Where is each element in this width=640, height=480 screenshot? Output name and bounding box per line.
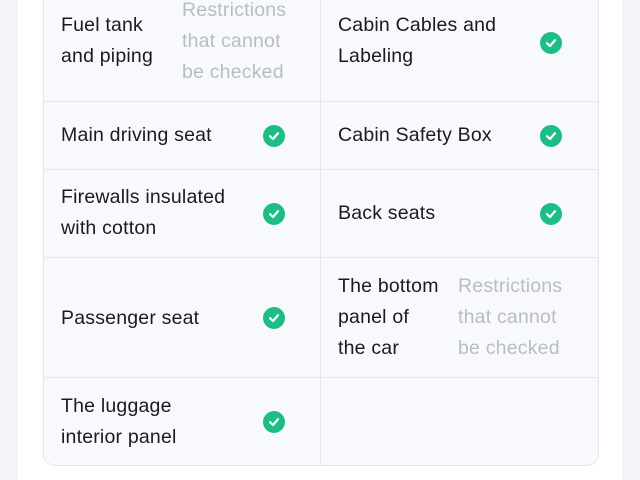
restriction-note-line: that cannot [458, 306, 557, 328]
item-label-line: Cabin Cables and [338, 14, 497, 36]
item-label-line: Fuel tank [61, 14, 144, 36]
item-label-line: The luggage [61, 395, 172, 417]
table-row: Firewalls insulated with cotton Back sea… [44, 170, 598, 258]
item-label: The luggage interior panel [61, 391, 177, 453]
inspection-item: Cabin Safety Box [321, 102, 598, 169]
item-label-line: Main driving seat [61, 124, 212, 146]
restriction-note-line: Restrictions [182, 0, 287, 21]
check-icon [263, 125, 285, 147]
item-label-line: the car [338, 337, 400, 359]
inspection-item: Cabin Cables and Labeling [321, 0, 598, 101]
inspection-card: Fuel tank and piping Restrictions that c… [43, 0, 599, 466]
inspection-item: The bottom panel of the car Restrictions… [321, 258, 598, 377]
restriction-note-line: be checked [458, 337, 560, 359]
item-label-line: and piping [61, 45, 153, 67]
table-row: Main driving seat Cabin Safety Box [44, 102, 598, 170]
item-label: Cabin Safety Box [338, 120, 492, 151]
inspection-item: Main driving seat [44, 102, 321, 169]
check-icon [540, 203, 562, 225]
inspection-item: Passenger seat [44, 258, 321, 377]
restriction-note: Restrictions that cannot be checked [458, 271, 562, 364]
empty-cell [321, 378, 598, 465]
check-icon [540, 32, 562, 54]
item-label-line: Cabin Safety Box [338, 124, 492, 146]
inspection-item: Fuel tank and piping Restrictions that c… [44, 0, 321, 101]
inspection-item: Firewalls insulated with cotton [44, 170, 321, 257]
item-label-line: Back seats [338, 202, 436, 224]
item-label-line: panel of [338, 306, 409, 328]
restriction-note-line: that cannot [182, 30, 281, 52]
item-label: Firewalls insulated with cotton [61, 182, 225, 244]
item-label: Fuel tank and piping [61, 10, 153, 72]
check-icon [263, 203, 285, 225]
item-label: The bottom panel of the car [338, 271, 439, 364]
inspection-grid: Fuel tank and piping Restrictions that c… [44, 0, 598, 465]
check-icon [263, 411, 285, 433]
table-row: Fuel tank and piping Restrictions that c… [44, 0, 598, 102]
page-footer-space [18, 466, 622, 480]
inspection-item: The luggage interior panel [44, 378, 321, 465]
restriction-note-line: be checked [182, 61, 284, 83]
item-label: Passenger seat [61, 303, 199, 334]
item-label-line: with cotton [61, 217, 157, 239]
item-label-line: The bottom [338, 275, 439, 297]
item-label-line: Labeling [338, 45, 414, 67]
check-icon [540, 125, 562, 147]
restriction-note: Restrictions that cannot be checked [182, 0, 286, 88]
table-row: Passenger seat The bottom panel of the c… [44, 258, 598, 378]
item-label-line: interior panel [61, 426, 177, 448]
check-icon [263, 307, 285, 329]
item-label-line: Passenger seat [61, 307, 200, 329]
inspection-item: Back seats [321, 170, 598, 257]
item-label: Main driving seat [61, 120, 212, 151]
item-label: Cabin Cables and Labeling [338, 10, 496, 72]
table-row: The luggage interior panel [44, 378, 598, 465]
item-label-line: Firewalls insulated [61, 186, 226, 208]
restriction-note-line: Restrictions [458, 275, 563, 297]
item-label: Back seats [338, 198, 435, 229]
